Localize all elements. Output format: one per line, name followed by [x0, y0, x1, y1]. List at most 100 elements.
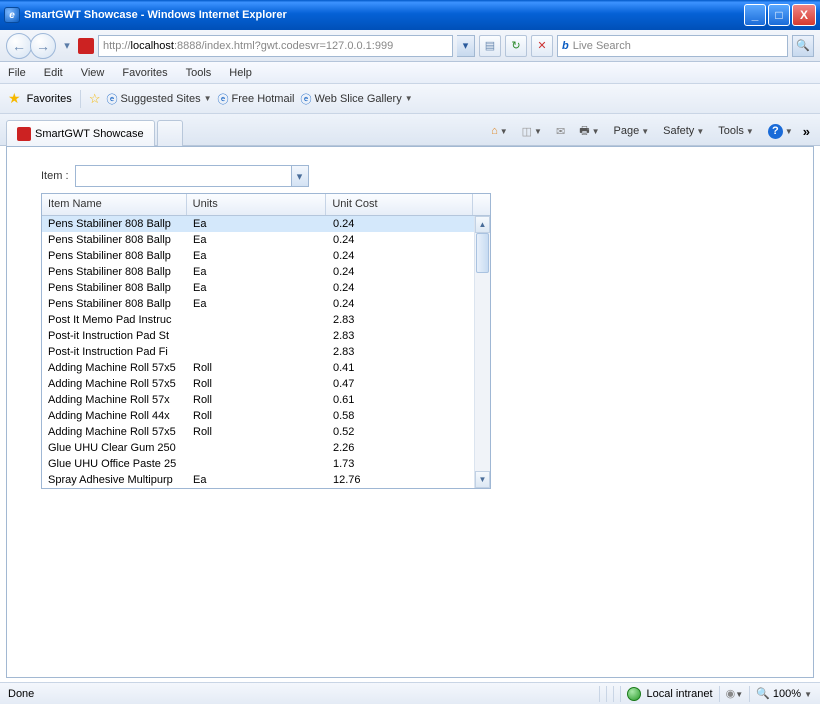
- table-row[interactable]: Post-it Instruction Pad St2.83: [42, 328, 474, 344]
- tools-menu[interactable]: Tools▼: [714, 123, 758, 139]
- col-header-units[interactable]: Units: [187, 194, 327, 215]
- tab-active[interactable]: SmartGWT Showcase: [6, 120, 155, 146]
- scrollbar-up-button[interactable]: ▲: [475, 216, 490, 233]
- forward-button[interactable]: →: [30, 33, 56, 59]
- cell-name: Pens Stabiliner 808 Ballp: [42, 250, 187, 262]
- cell-name: Adding Machine Roll 57x5: [42, 362, 187, 374]
- page-content: Item : ▾ Item Name Units Unit Cost Pens …: [6, 146, 814, 678]
- search-button[interactable]: 🔍: [792, 35, 814, 57]
- cell-units: Ea: [187, 234, 327, 246]
- nav-history-dropdown[interactable]: ▾: [60, 36, 74, 56]
- menubar: File Edit View Favorites Tools Help: [0, 62, 820, 84]
- table-row[interactable]: Pens Stabiliner 808 BallpEa0.24: [42, 232, 474, 248]
- compat-view-button[interactable]: ▤: [479, 35, 501, 57]
- web-slice-label: Web Slice Gallery: [314, 93, 401, 105]
- home-icon: ⌂: [491, 125, 498, 137]
- separator: [749, 686, 750, 702]
- cell-cost: 2.26: [327, 442, 474, 454]
- table-row[interactable]: Pens Stabiliner 808 BallpEa0.24: [42, 296, 474, 312]
- table-row[interactable]: Glue UHU Clear Gum 250 2.26: [42, 440, 474, 456]
- col-header-cost[interactable]: Unit Cost: [326, 194, 473, 215]
- table-row[interactable]: Spray Adhesive MultipurpEa12.76: [42, 472, 474, 488]
- zoom-button[interactable]: 🔍 100% ▼: [756, 687, 812, 700]
- new-tab-button[interactable]: [157, 120, 183, 146]
- menu-favorites[interactable]: Favorites: [122, 67, 167, 79]
- grid-header: Item Name Units Unit Cost: [42, 194, 490, 216]
- cell-cost: 0.24: [327, 250, 474, 262]
- cell-name: Glue UHU Clear Gum 250: [42, 442, 187, 454]
- add-favorite-icon[interactable]: ☆: [89, 91, 101, 107]
- zone-text: Local intranet: [647, 688, 713, 700]
- cell-cost: 0.24: [327, 218, 474, 230]
- tabbar: SmartGWT Showcase ⌂▼ ◫▼ ✉ 🖶▼ Page▼ Safet…: [0, 114, 820, 146]
- item-combo-button[interactable]: ▾: [291, 165, 309, 187]
- favorites-button[interactable]: Favorites: [27, 93, 72, 105]
- table-row[interactable]: Pens Stabiliner 808 BallpEa0.24: [42, 280, 474, 296]
- cell-name: Post It Memo Pad Instruc: [42, 314, 187, 326]
- ie-icon: [4, 7, 20, 23]
- table-row[interactable]: Glue UHU Office Paste 251.73: [42, 456, 474, 472]
- feeds-button[interactable]: ◫▼: [518, 123, 546, 140]
- table-row[interactable]: Adding Machine Roll 57x5Roll0.52: [42, 424, 474, 440]
- zone-icon: [627, 687, 641, 701]
- cell-units: Roll: [187, 410, 327, 422]
- url-path: /index.html?gwt.codesvr=127.0.0.1:999: [201, 40, 393, 52]
- overflow-button[interactable]: »: [803, 124, 810, 139]
- menu-file[interactable]: File: [8, 67, 26, 79]
- command-bar: ⌂▼ ◫▼ ✉ 🖶▼ Page▼ Safety▼ Tools▼ ?▼ »: [487, 117, 814, 145]
- table-row[interactable]: Pens Stabiliner 808 BallpEa0.24: [42, 248, 474, 264]
- cell-name: Glue UHU Office Paste 25: [42, 458, 187, 470]
- url-port: :8888: [174, 40, 202, 52]
- cell-name: Adding Machine Roll 44x: [42, 410, 187, 422]
- safety-menu[interactable]: Safety▼: [659, 123, 708, 139]
- item-combo-input[interactable]: [75, 165, 291, 187]
- cell-units: Ea: [187, 250, 327, 262]
- mail-icon: ✉: [556, 125, 565, 138]
- bing-icon: b: [562, 40, 569, 52]
- web-slice-link[interactable]: ⓔ Web Slice Gallery ▼: [300, 91, 412, 107]
- scrollbar-thumb[interactable]: [476, 233, 489, 273]
- address-bar[interactable]: http://localhost:8888/index.html?gwt.cod…: [98, 35, 453, 57]
- scrollbar-down-button[interactable]: ▼: [475, 471, 490, 488]
- table-row[interactable]: Adding Machine Roll 57xRoll0.61: [42, 392, 474, 408]
- close-button[interactable]: X: [792, 4, 816, 26]
- cell-cost: 0.24: [327, 234, 474, 246]
- refresh-button[interactable]: ↻: [505, 35, 527, 57]
- protected-mode-button[interactable]: ◉▼: [726, 687, 744, 700]
- menu-tools[interactable]: Tools: [186, 67, 212, 79]
- address-dropdown[interactable]: ▾: [457, 35, 475, 57]
- page-menu[interactable]: Page▼: [610, 123, 654, 139]
- table-row[interactable]: Post-it Instruction Pad Fi2.83: [42, 344, 474, 360]
- table-row[interactable]: Pens Stabiliner 808 BallpEa0.24: [42, 264, 474, 280]
- table-row[interactable]: Pens Stabiliner 808 BallpEa0.24: [42, 216, 474, 232]
- cell-name: Pens Stabiliner 808 Ballp: [42, 282, 187, 294]
- print-button[interactable]: 🖶▼: [575, 120, 603, 143]
- help-button[interactable]: ?▼: [764, 122, 797, 141]
- stop-button[interactable]: ✕: [531, 35, 553, 57]
- home-button[interactable]: ⌂▼: [487, 123, 512, 139]
- separator: [606, 686, 607, 702]
- minimize-button[interactable]: _: [744, 4, 766, 26]
- free-hotmail-label: Free Hotmail: [232, 93, 295, 105]
- statusbar-right: Local intranet ◉▼ 🔍 100% ▼: [599, 686, 812, 702]
- search-box[interactable]: b Live Search: [557, 35, 788, 57]
- free-hotmail-link[interactable]: ⓔ Free Hotmail: [218, 91, 295, 107]
- cell-cost: 0.52: [327, 426, 474, 438]
- suggested-sites-link[interactable]: ⓔ Suggested Sites ▼: [106, 91, 211, 107]
- grid-body: Pens Stabiliner 808 BallpEa0.24Pens Stab…: [42, 216, 490, 488]
- back-button[interactable]: ←: [6, 33, 32, 59]
- table-row[interactable]: Adding Machine Roll 57x5Roll0.41: [42, 360, 474, 376]
- menu-help[interactable]: Help: [229, 67, 252, 79]
- read-mail-button[interactable]: ✉: [552, 123, 569, 140]
- titlebar: SmartGWT Showcase - Windows Internet Exp…: [0, 0, 820, 30]
- col-header-name[interactable]: Item Name: [42, 194, 187, 215]
- table-row[interactable]: Post It Memo Pad Instruc2.83: [42, 312, 474, 328]
- maximize-button[interactable]: □: [768, 4, 790, 26]
- nav-arrows: ← →: [6, 33, 56, 59]
- table-row[interactable]: Adding Machine Roll 44xRoll0.58: [42, 408, 474, 424]
- window-title: SmartGWT Showcase - Windows Internet Exp…: [24, 9, 744, 21]
- separator: [613, 686, 614, 702]
- menu-view[interactable]: View: [81, 67, 105, 79]
- table-row[interactable]: Adding Machine Roll 57x5Roll0.47: [42, 376, 474, 392]
- menu-edit[interactable]: Edit: [44, 67, 63, 79]
